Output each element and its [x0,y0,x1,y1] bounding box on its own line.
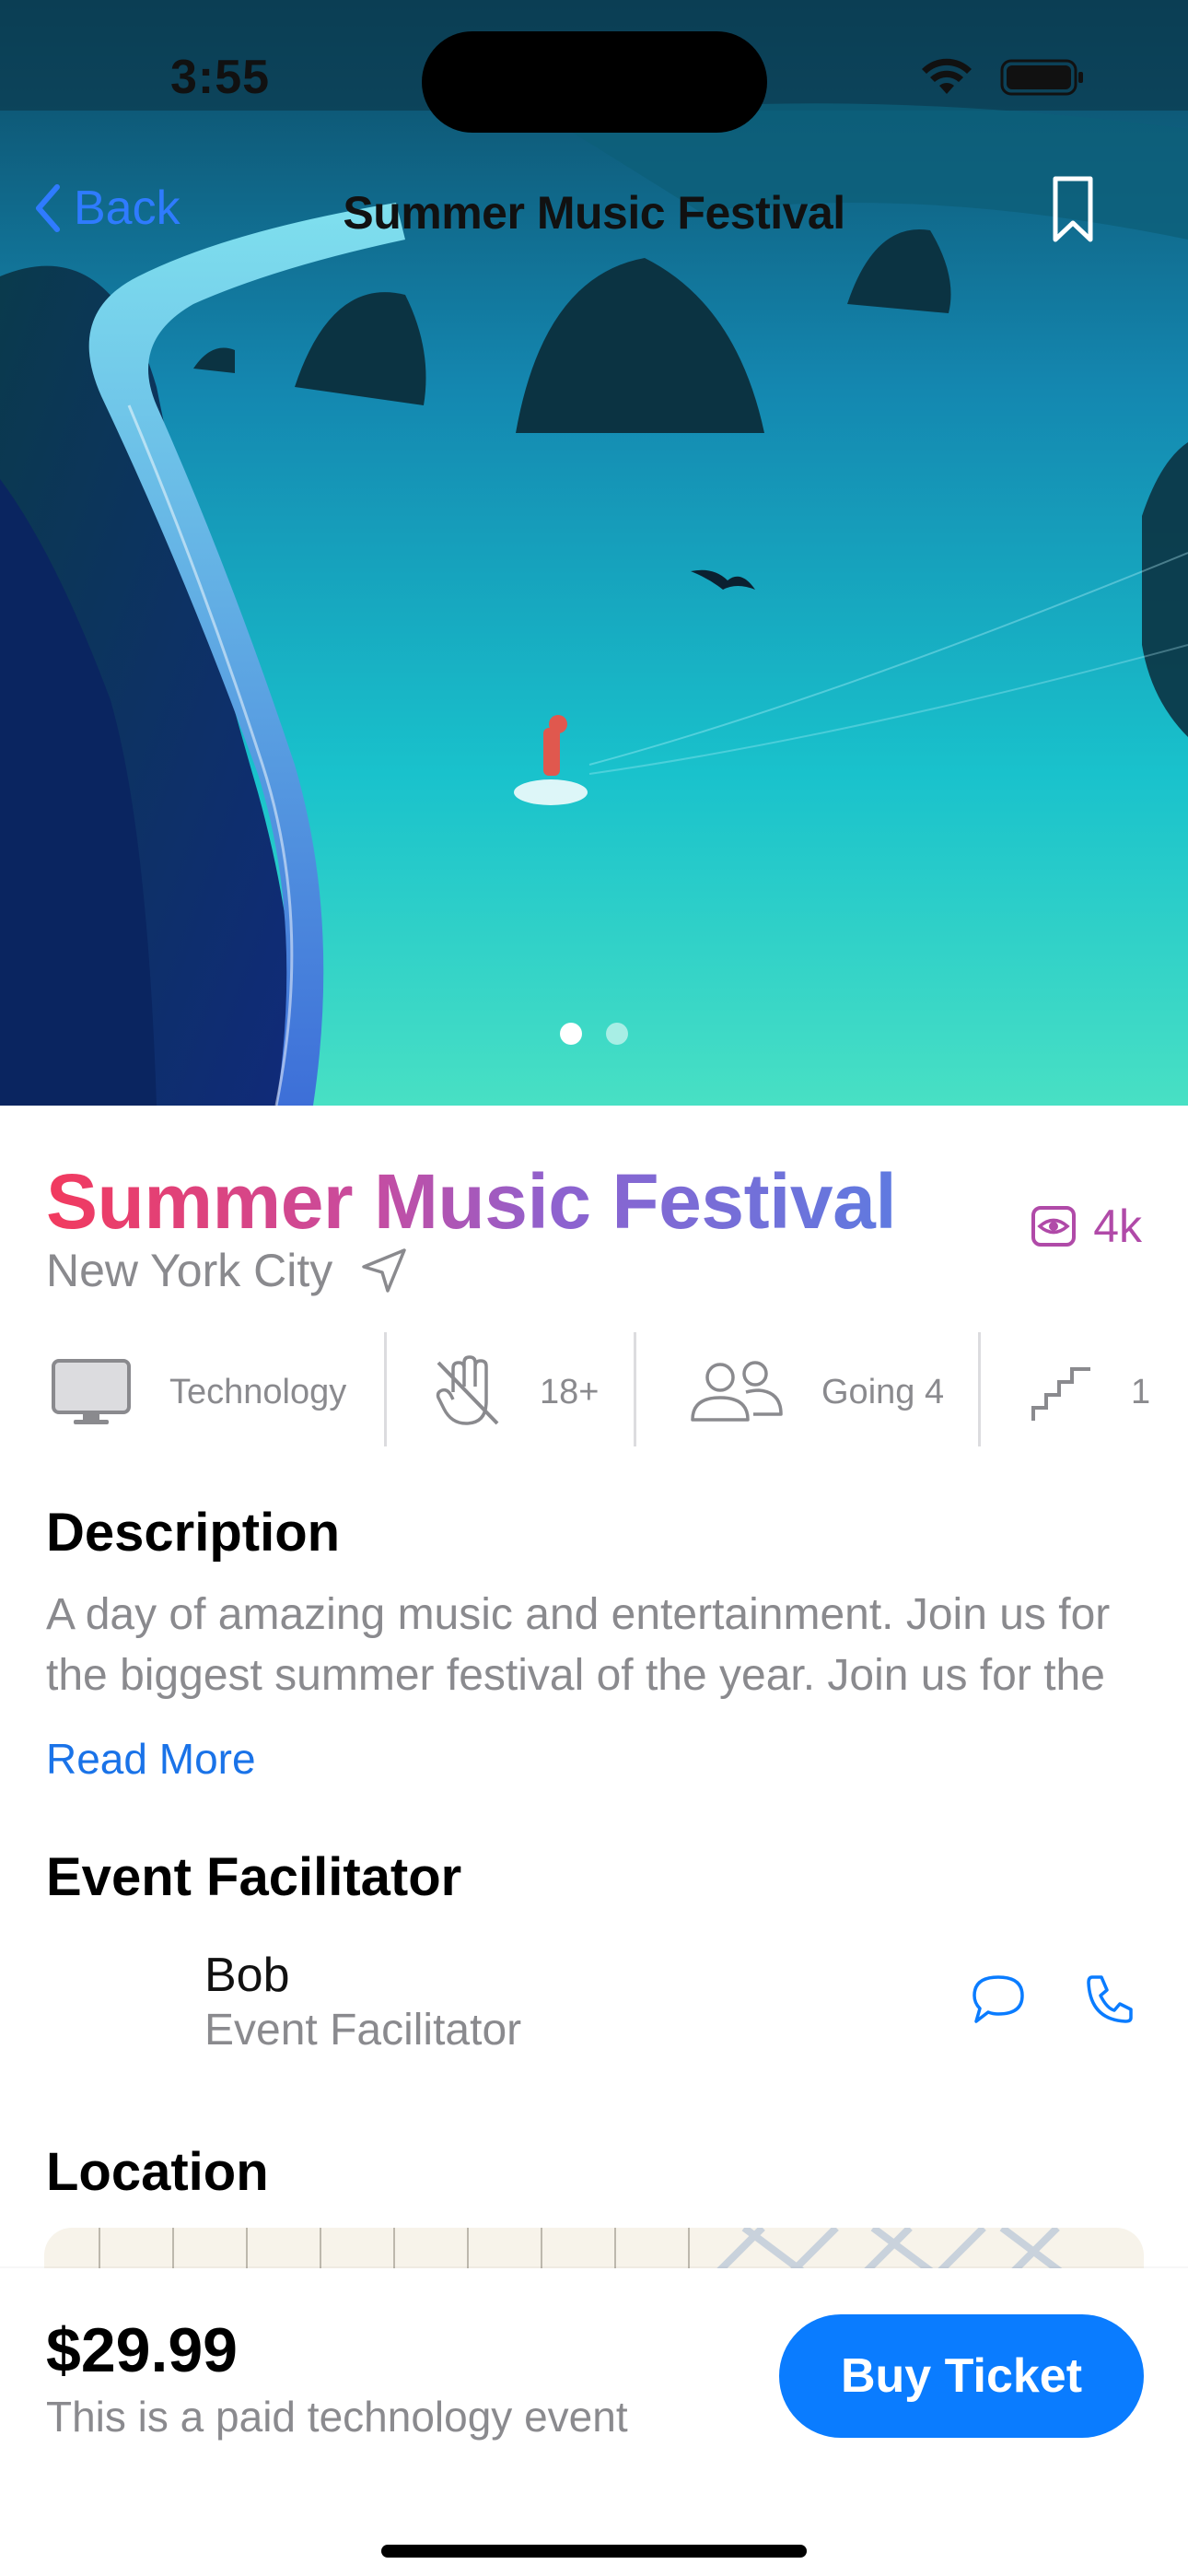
tag-category: Technology [50,1332,346,1452]
tag-category-label: Technology [169,1372,347,1411]
no-touch-hand-icon [436,1355,499,1425]
tag-age-label: 18+ [540,1372,600,1411]
page-dot-active[interactable] [560,1023,582,1045]
description-text: A day of amazing music and entertainment… [46,1590,1111,1700]
event-title: Summer Music Festival [46,1158,897,1245]
nav-title: Summer Music Festival [343,187,845,239]
navigation-bar: Back Summer Music Festival [0,166,1188,258]
tag-divider [634,1332,636,1446]
tag-divider [978,1332,981,1446]
views-count: 4k [1031,1200,1142,1253]
bookmark-icon [1053,176,1093,242]
event-tags: Technology 18+ Going 4 1 [0,1332,1188,1452]
tag-attendees: Going 4 [689,1332,944,1452]
dynamic-island [422,31,767,133]
message-icon[interactable] [971,1973,1026,2025]
views-label: 4k [1093,1200,1142,1252]
monitor-icon [52,1359,131,1424]
page-dot[interactable] [606,1023,628,1045]
city-label: New York City [46,1245,333,1296]
ticket-price: $29.99 [46,2315,238,2385]
stairs-icon [1031,1367,1090,1421]
location-row[interactable]: New York City [46,1244,408,1297]
title-row: Summer Music Festival 4k [46,1157,1142,1252]
facilitator-role: Event Facilitator [204,2006,522,2055]
page-indicator[interactable] [0,1023,1188,1045]
battery-icon [1000,59,1083,96]
tag-age: 18+ [433,1332,599,1452]
status-icons [919,57,1085,98]
price-subtitle: This is a paid technology event [46,2393,628,2441]
bookmark-button[interactable] [1050,175,1096,250]
people-icon [691,1361,783,1422]
buy-ticket-button[interactable]: Buy Ticket [779,2314,1144,2438]
wifi-icon [922,58,972,94]
purchase-bar: $29.99 This is a paid technology event B… [0,2268,1188,2576]
description-heading: Description [46,1503,341,1563]
facilitator-actions [971,1973,1135,2025]
read-more-link[interactable]: Read More [46,1734,256,1784]
tag-level-label: 1 [1131,1372,1151,1411]
tag-attendees-label: Going 4 [821,1372,945,1411]
status-time: 3:55 [170,51,271,104]
tag-divider [384,1332,387,1446]
location-heading: Location [46,2142,269,2202]
tag-level: 1 [1030,1332,1150,1452]
phone-icon[interactable] [1085,1973,1135,2025]
eye-icon [1031,1206,1077,1247]
status-bar: 3:55 [0,0,1188,157]
location-arrow-icon [362,1248,406,1293]
hero-image-carousel[interactable]: 3:55 Back Summer Music Festival [0,0,1188,1106]
home-indicator[interactable] [381,2545,807,2558]
facilitator-name: Bob [204,1949,290,2002]
facilitator-heading: Event Facilitator [46,1847,462,1907]
